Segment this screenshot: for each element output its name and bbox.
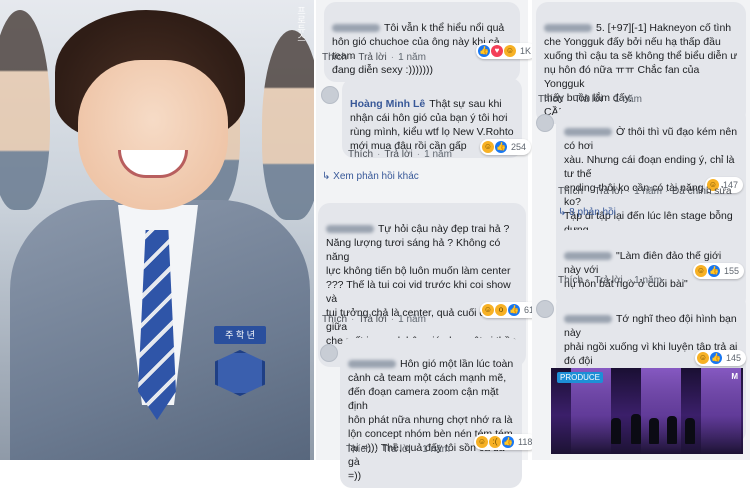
reaction-summary[interactable]: ☺ :( 👍 118 (474, 434, 538, 450)
produce-logo: PRODUCE (557, 372, 604, 383)
avatar[interactable] (536, 300, 554, 318)
sad-react-icon: :( (489, 436, 501, 448)
dancer (649, 418, 659, 444)
comment-actions: Thích · Trả lời · 1 năm (322, 314, 426, 325)
like-link[interactable]: Thích (348, 149, 373, 160)
timestamp: 1 năm (634, 186, 662, 197)
like-react-icon: 👍 (478, 45, 490, 57)
reaction-summary[interactable]: ☺ 👍 155 (693, 263, 745, 279)
channel-logo: M (731, 372, 738, 381)
blurred-username (332, 24, 380, 33)
comment-text: Hôn gió một lần lúc toàn cảnh cả team mộ… (348, 358, 514, 482)
comment-actions: Thích · Trả lời · 1 năm · Đã chỉnh sửa (558, 186, 732, 197)
like-link[interactable]: Thích (558, 186, 583, 197)
blurred-username (564, 252, 612, 261)
avatar[interactable] (320, 344, 338, 362)
dancer (685, 418, 695, 444)
smiling-face (78, 60, 228, 210)
blurred-username (348, 360, 396, 369)
reply-link[interactable]: Trả lời (594, 186, 622, 197)
name-tag: 주 학 년 (214, 326, 266, 344)
reaction-count: 155 (724, 266, 740, 276)
timestamp: 1 năm (398, 52, 426, 63)
timestamp: 1 năm (614, 94, 642, 105)
reply-link[interactable]: Trả lời (358, 314, 386, 325)
love-react-icon: ♥ (491, 45, 503, 57)
view-more-replies-link[interactable]: ↳ Xem phản hồi khác (322, 171, 419, 182)
blurred-username (326, 225, 374, 234)
timestamp: 1 năm (634, 275, 662, 286)
comment-actions: Thích · Trả lời · 1 năm (322, 52, 426, 63)
like-link[interactable]: Thích (322, 314, 347, 325)
reaction-count: 254 (511, 142, 527, 152)
like-link[interactable]: Thích (538, 94, 563, 105)
reply-link[interactable]: Trả lời (358, 52, 386, 63)
like-link[interactable]: Thích (558, 275, 583, 286)
edited-label[interactable]: Đã chỉnh sửa (672, 186, 732, 197)
haha-react-icon: ☺ (482, 304, 494, 316)
dancer (667, 416, 677, 444)
reaction-count: 145 (726, 353, 742, 363)
haha-react-icon: ☺ (504, 45, 516, 57)
idol-photo: 주 학 년 프로듀스 (0, 0, 314, 460)
reply-link[interactable]: Trả lời (594, 275, 622, 286)
comment-actions: Thích · Trả lời · 1 năm (348, 149, 452, 160)
comment-bubble: Tôi vẫn k thể hiểu nổi quả hôn gió chuch… (324, 2, 520, 82)
view-more-label: 8 phản hồi (569, 207, 616, 218)
watermark: 프로듀스 (296, 6, 306, 42)
reply-arrow-icon: ↳ (322, 171, 334, 182)
wow-react-icon: o (495, 304, 507, 316)
haha-react-icon: ☺ (697, 352, 709, 364)
dancer (631, 414, 641, 444)
like-link[interactable]: Thích (322, 52, 347, 63)
view-more-replies-link[interactable]: ↳ 8 phản hồi (558, 207, 616, 218)
background-person (0, 10, 50, 210)
reply-link[interactable]: Trả lời (574, 94, 602, 105)
reply-link[interactable]: Trả lời (384, 149, 412, 160)
view-more-label: Xem phản hồi khác (333, 171, 419, 182)
reaction-summary[interactable]: ☺ 👍 254 (480, 139, 532, 155)
blurred-username (544, 24, 592, 33)
dancer (611, 418, 621, 444)
avatar[interactable] (536, 114, 554, 132)
like-react-icon: 👍 (502, 436, 514, 448)
like-react-icon: 👍 (710, 352, 722, 364)
haha-react-icon: ☺ (476, 436, 488, 448)
reaction-summary[interactable]: 👍 ♥ ☺ 1K (476, 43, 537, 59)
timestamp: 1 năm (422, 444, 450, 455)
background-person (262, 30, 314, 220)
video-thumbnail[interactable]: PRODUCE M (551, 368, 743, 454)
blurred-username (564, 315, 612, 324)
like-react-icon: 👍 (495, 141, 507, 153)
haha-react-icon: ☺ (695, 265, 707, 277)
timestamp: 1 năm (424, 149, 452, 160)
blurred-username (564, 128, 612, 137)
reply-arrow-icon: ↳ (558, 207, 570, 218)
comment-actions: Thích · Trả lời · 1 năm (538, 94, 642, 105)
comment-actions: Thích · Trả lời · 1 năm (346, 444, 450, 455)
reply-link[interactable]: Trả lời (382, 444, 410, 455)
comment-author[interactable]: Hoàng Minh Lê (350, 98, 425, 110)
haha-react-icon: ☺ (482, 141, 494, 153)
like-link[interactable]: Thích (346, 444, 371, 455)
comment-bubble: Hôn gió một lần lúc toàn cảnh cả team mộ… (340, 338, 522, 488)
like-react-icon: 👍 (508, 304, 520, 316)
timestamp: 1 năm (398, 314, 426, 325)
comment-actions: Thích · Trả lời · 1 năm (558, 275, 662, 286)
reaction-count: 1K (520, 46, 532, 56)
reaction-count: 118 (518, 437, 533, 447)
reaction-summary[interactable]: ☺ 👍 145 (695, 350, 747, 366)
avatar[interactable] (321, 86, 339, 104)
like-react-icon: 👍 (708, 265, 720, 277)
